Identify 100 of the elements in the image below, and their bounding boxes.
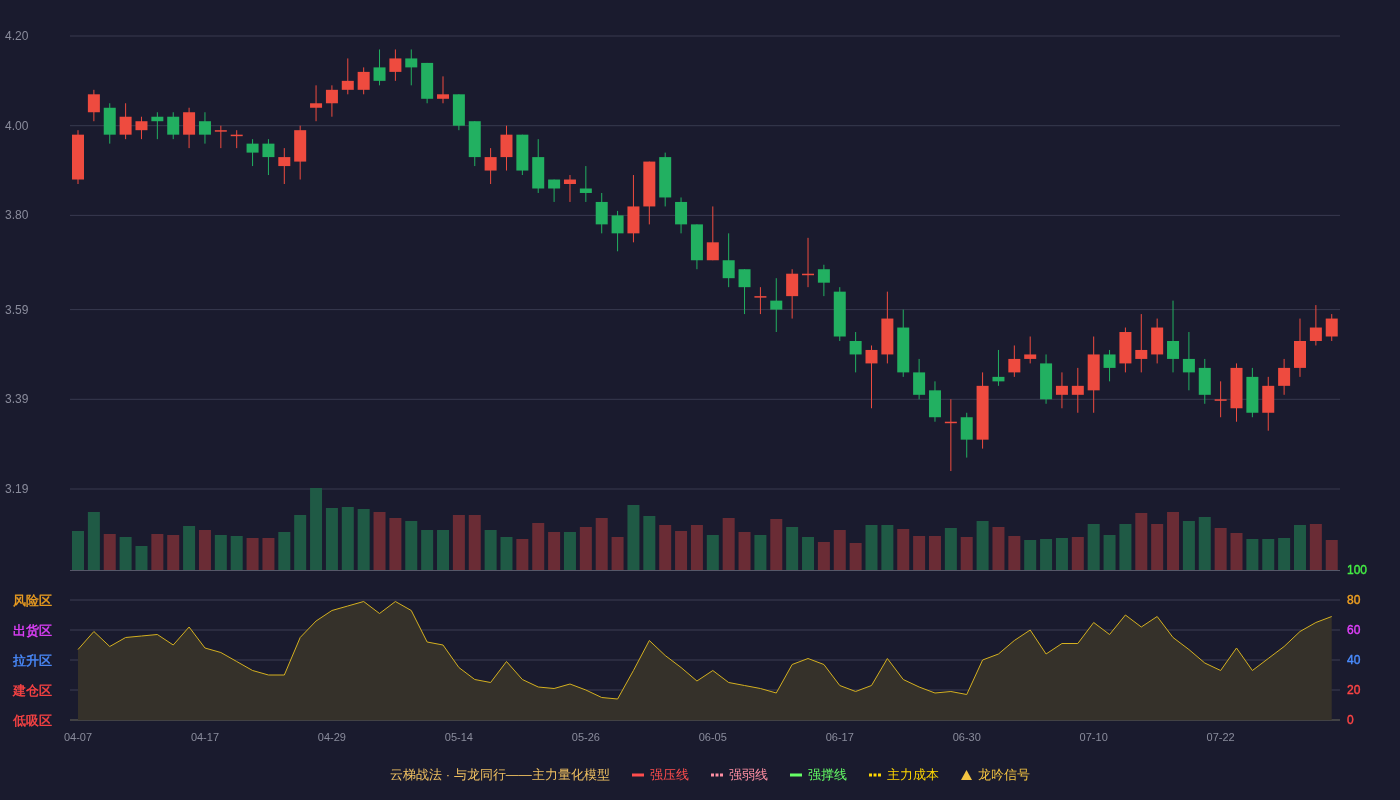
axis-label: 3.39	[5, 392, 29, 407]
candlestick	[532, 138, 545, 194]
legend-label: 强压线	[649, 766, 689, 785]
volume-bar	[770, 519, 783, 570]
volume-bar	[944, 528, 957, 570]
volume-bar	[659, 525, 672, 570]
volume-bar	[246, 538, 259, 570]
candlestick	[294, 125, 307, 180]
candlestick	[262, 138, 275, 176]
candlestick	[738, 268, 751, 315]
candlestick	[214, 125, 227, 149]
date-label: 04-17	[190, 731, 220, 743]
date-label: 07-22	[1206, 731, 1235, 743]
candlestick	[87, 89, 100, 122]
volume-bar	[786, 527, 799, 570]
candlestick	[1135, 313, 1148, 373]
axis-label: 3.59	[5, 302, 29, 317]
volume-bar	[1119, 524, 1132, 570]
candlestick	[722, 232, 735, 288]
volume-bar	[421, 530, 434, 570]
candlestick	[865, 345, 878, 409]
volume-bar	[516, 539, 529, 570]
volume-bar	[1087, 524, 1100, 570]
volume-bar	[1246, 539, 1259, 570]
axis-label: 80	[1347, 593, 1361, 607]
candlestick	[579, 165, 592, 203]
candlestick	[548, 179, 561, 203]
candlestick	[1103, 349, 1116, 382]
candlestick	[1294, 318, 1306, 378]
candlestick	[421, 62, 434, 104]
candlestick	[437, 75, 449, 104]
volume-bar	[468, 515, 481, 570]
axis-label: 60	[1347, 623, 1361, 637]
volume-bar	[738, 532, 751, 570]
legend-label: 主力成本	[886, 766, 939, 785]
volume-bar	[1214, 528, 1227, 570]
volume-bar	[675, 531, 688, 570]
date-label: 04-29	[317, 731, 346, 743]
volume-bar	[72, 531, 84, 570]
volume-bar	[1262, 539, 1275, 570]
volume-bar	[1103, 535, 1116, 570]
candlestick	[1119, 327, 1132, 373]
candlestick	[389, 48, 402, 82]
candlestick	[278, 147, 291, 185]
volume-bar	[690, 525, 703, 570]
candlestick	[929, 380, 941, 423]
candlestick	[167, 111, 180, 140]
volume-bar	[1278, 538, 1291, 570]
date-label: 07-10	[1079, 731, 1108, 743]
zone-label: 建仓区	[13, 683, 52, 698]
volume-bar	[167, 535, 180, 570]
candlestick	[341, 57, 354, 95]
candlestick	[405, 48, 418, 86]
volume-bar	[929, 536, 941, 570]
candlestick	[1198, 358, 1211, 405]
candlestick	[992, 349, 1005, 387]
volume-bar	[960, 537, 973, 570]
volume-bar	[151, 534, 164, 570]
volume-bar	[1309, 524, 1322, 570]
date-label: 04-07	[63, 731, 93, 743]
axis-label: 100	[1347, 563, 1368, 577]
candlestick	[1055, 371, 1068, 409]
volume-bar	[627, 505, 640, 570]
volume-bar	[1230, 533, 1243, 570]
volume-bar	[135, 546, 148, 570]
volume-bar	[1135, 513, 1148, 570]
candlestick	[1040, 353, 1053, 405]
volume-bar	[849, 543, 862, 570]
candlestick	[1246, 367, 1259, 418]
volume-bar	[262, 538, 275, 570]
volume-bar	[357, 509, 370, 570]
volume-bar	[325, 508, 338, 570]
axis-label: 40	[1347, 653, 1361, 667]
volume-bar	[579, 527, 592, 570]
date-label: 06-17	[825, 731, 854, 743]
volume-bar	[198, 530, 211, 570]
candlestick	[897, 309, 910, 378]
volume-bar	[595, 518, 608, 570]
candlestick	[1008, 345, 1021, 378]
candlestick	[627, 174, 640, 243]
candlestick	[468, 120, 481, 167]
candlestick	[183, 107, 196, 149]
volume-bar	[405, 521, 418, 570]
volume-bar	[452, 515, 465, 570]
candlestick	[1071, 367, 1084, 414]
candlestick	[611, 210, 624, 252]
zone-label: 风险区	[13, 593, 52, 608]
volume-bar	[484, 530, 497, 570]
volume-bar	[817, 542, 830, 570]
candlestick	[72, 129, 84, 185]
candlestick	[135, 116, 148, 140]
volume-bar	[1182, 521, 1195, 570]
candlestick	[690, 223, 703, 270]
volume-bar	[373, 512, 386, 570]
candlestick	[754, 286, 767, 315]
volume-bar	[1167, 512, 1180, 570]
date-label: 06-30	[952, 731, 981, 743]
volume-bar	[1008, 536, 1021, 570]
candlestick	[1262, 376, 1275, 432]
legend-title: 云梯战法 · 与龙同行——主力量化模型	[390, 766, 610, 785]
